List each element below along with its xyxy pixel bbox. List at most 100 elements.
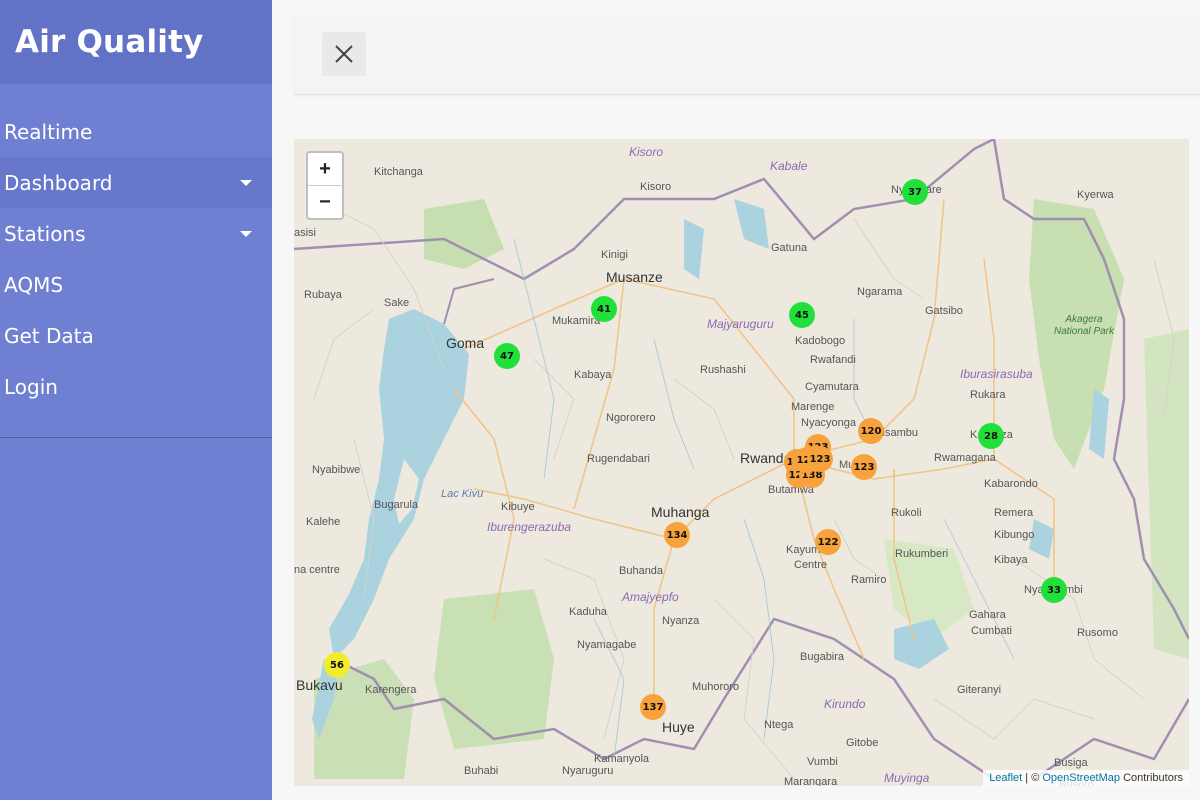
place-label: Rwamagana	[934, 452, 996, 464]
aqi-station-marker[interactable]: 134	[664, 522, 690, 548]
place-label: Kabale	[770, 159, 808, 173]
app-title[interactable]: Air Quality	[0, 0, 272, 84]
place-label: Ngarama	[857, 286, 903, 298]
sidebar-item-realtime[interactable]: Realtime	[0, 106, 272, 157]
place-label: Huye	[662, 719, 695, 735]
place-label: Iburasirasuba	[960, 367, 1033, 381]
place-label: Busiga	[1054, 757, 1088, 769]
place-label: Kyerwa	[1077, 189, 1114, 201]
zoom-out-button[interactable]: −	[308, 186, 342, 218]
place-label: Kinigi	[601, 249, 628, 261]
aqi-station-marker[interactable]: 56	[324, 652, 350, 678]
place-label: Nyabibwe	[312, 464, 361, 476]
place-label: Majyaruguru	[707, 317, 774, 331]
place-label: Kisoro	[640, 181, 672, 193]
place-label: Kamanyola	[594, 753, 650, 765]
aqi-station-marker[interactable]: 122	[815, 529, 841, 555]
place-label: Cyamutara	[805, 381, 859, 393]
sidebar-item-label: Stations	[4, 221, 86, 246]
place-label: Cumbati	[971, 625, 1012, 637]
sidebar-item-stations[interactable]: Stations	[0, 208, 272, 259]
place-label: Gahara	[969, 609, 1006, 621]
sidebar-item-login[interactable]: Login	[0, 361, 272, 412]
sidebar-menu: Realtime Dashboard Stations AQMS Get Dat…	[0, 106, 272, 412]
aqi-station-marker[interactable]: 120	[858, 418, 884, 444]
place-label: Kibungo	[994, 529, 1035, 541]
sidebar-item-label: AQMS	[4, 272, 64, 297]
place-label: Gitobe	[846, 737, 879, 749]
aqi-station-marker[interactable]: 45	[789, 302, 815, 328]
caret-down-icon	[240, 179, 252, 186]
attribution-separator: | ©	[1022, 772, 1043, 784]
place-label: Amajyepfo	[622, 590, 679, 604]
place-label: Kisoro	[629, 145, 664, 159]
sidebar-item-label: Login	[4, 374, 58, 399]
place-label: Iburengerazuba	[487, 520, 572, 534]
sidebar-item-get-data[interactable]: Get Data	[0, 310, 272, 361]
sidebar-item-aqms[interactable]: AQMS	[0, 259, 272, 310]
aqi-station-marker[interactable]: 123	[807, 446, 833, 472]
place-label: Kabaya	[574, 369, 612, 381]
place-label: Giteranyi	[957, 684, 1002, 696]
place-label: Rukoli	[891, 507, 922, 519]
place-label: Ngororero	[606, 412, 656, 424]
place-label: Akagera National Park	[1053, 314, 1115, 337]
place-label: Rubaya	[304, 289, 342, 301]
aqi-station-marker[interactable]: 47	[494, 343, 520, 369]
place-label: Muyinga	[884, 771, 930, 785]
aqi-station-marker[interactable]: 28	[978, 423, 1004, 449]
aqi-station-marker[interactable]: 137	[640, 694, 666, 720]
aqi-station-marker[interactable]: 37	[902, 179, 928, 205]
place-label: Goma	[446, 335, 485, 351]
zoom-in-button[interactable]: +	[308, 153, 342, 186]
place-label: Vumbi	[807, 756, 838, 768]
close-icon	[335, 45, 353, 63]
place-label: Kirundo	[824, 697, 866, 711]
place-label: Gatuna	[771, 242, 808, 254]
place-label: na centre	[294, 564, 340, 576]
sidebar-item-label: Get Data	[4, 323, 94, 348]
leaflet-link[interactable]: Leaflet	[989, 772, 1022, 784]
place-label: Bugarula	[374, 499, 419, 511]
aqi-station-marker[interactable]: 41	[591, 296, 617, 322]
place-label: Muhororo	[692, 681, 740, 693]
place-label: Buhanda	[619, 565, 664, 577]
air-quality-map[interactable]: KisoroKabaleKisoroKitchangaKyerwaNyagata…	[294, 139, 1189, 786]
sidebar: Air Quality Realtime Dashboard Stations …	[0, 0, 272, 800]
place-label: Rukara	[970, 389, 1006, 401]
place-label: Marenge	[791, 401, 835, 413]
attribution-suffix: Contributors	[1120, 772, 1183, 784]
place-label: Gatsibo	[925, 305, 963, 317]
place-label: Kadobogo	[795, 335, 846, 347]
place-label: Rusomo	[1077, 627, 1118, 639]
place-label: Nyaruguru	[562, 765, 614, 777]
place-label: Rukumberi	[895, 548, 949, 560]
place-label: Rwafandi	[810, 354, 856, 366]
caret-down-icon	[240, 230, 252, 237]
aqi-station-marker[interactable]: 123	[851, 454, 877, 480]
place-label: Rushashi	[700, 364, 746, 376]
place-label: Muhanga	[651, 504, 710, 520]
place-label: Centre	[794, 559, 828, 571]
close-button[interactable]	[322, 32, 366, 76]
place-label: Remera	[994, 507, 1034, 519]
map-attribution: Leaflet | © OpenStreetMap Contributors	[983, 770, 1189, 786]
place-label: Kibuye	[501, 501, 535, 513]
place-label: Kalehe	[306, 516, 341, 528]
place-label: asisi	[294, 227, 317, 239]
place-label: Nyamagabe	[577, 639, 637, 651]
aqi-station-marker[interactable]: 33	[1041, 577, 1067, 603]
place-label: Lac Kivu	[441, 488, 484, 500]
place-label: Buhabi	[464, 765, 499, 777]
top-bar	[294, 16, 1200, 95]
place-label: Marangara	[784, 776, 838, 786]
place-label: Musanze	[606, 269, 663, 285]
place-label: Ntega	[764, 719, 794, 731]
place-label: Kitchanga	[374, 166, 423, 178]
sidebar-item-dashboard[interactable]: Dashboard	[0, 157, 272, 208]
place-label: Sake	[384, 297, 410, 309]
place-label: Kabarondo	[984, 478, 1038, 490]
place-label: Rugendabari	[587, 453, 650, 465]
place-label: Bugabira	[800, 651, 845, 663]
openstreetmap-link[interactable]: OpenStreetMap	[1042, 772, 1120, 784]
